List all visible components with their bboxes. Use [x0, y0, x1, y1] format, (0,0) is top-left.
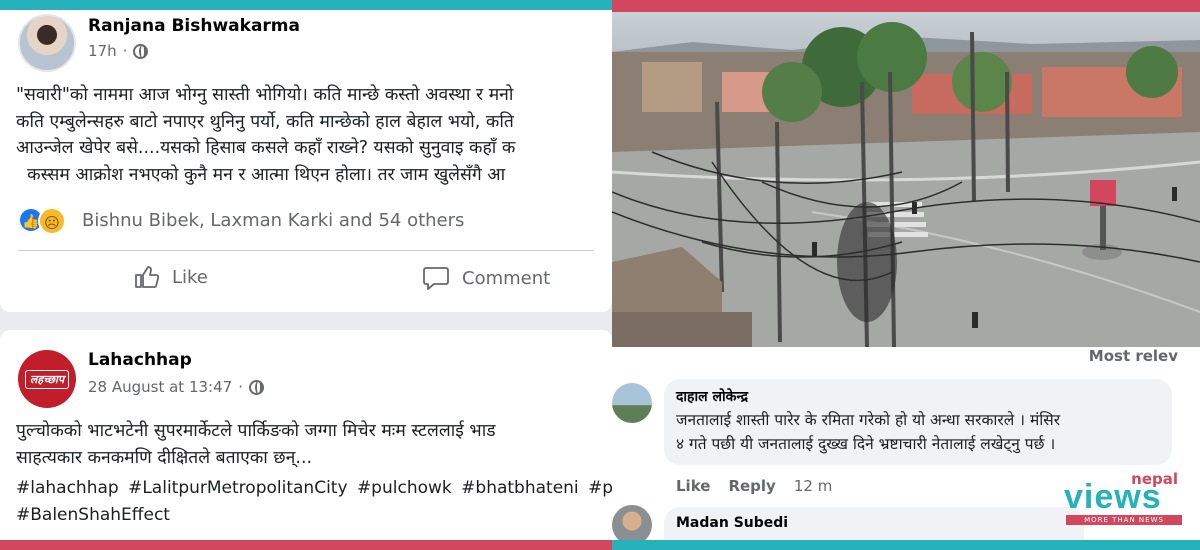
top-accent-bar-left — [0, 0, 612, 10]
post-line: आउन्जेल खेपेर बसे....यसको हिसाब कसले कहा… — [16, 138, 516, 158]
comment-label: Comment — [462, 267, 551, 289]
post-time[interactable]: 17h — [88, 42, 117, 60]
post-text: "सवारी"को नाममा आज भोग्नु सास्ती भोगियो।… — [16, 82, 612, 188]
comment-like-button[interactable]: Like — [676, 477, 710, 495]
post-meta: 17h · — [88, 42, 149, 60]
top-accent-bar-right — [612, 0, 1200, 12]
logo-tagline: MORE THAN NEWS — [1066, 515, 1182, 525]
comment-author[interactable]: दाहाल लोकेन्द्र — [676, 387, 1160, 406]
like-label: Like — [172, 266, 208, 288]
comment-bubble-icon — [423, 267, 449, 290]
hashtag-link[interactable]: #LalitpurMetropolitanCity — [128, 478, 347, 498]
divider — [18, 250, 594, 251]
hashtag-link[interactable]: #BalenShahEffect — [16, 505, 170, 525]
globe-icon — [248, 379, 264, 395]
sad-reaction-icon: ☹ — [38, 207, 66, 235]
hashtag-link[interactable]: #lahachhap — [16, 478, 119, 498]
post-text: पुल्चोकको भाटभटेनी सुपरमार्केटले पार्किङ… — [16, 418, 612, 472]
globe-icon — [133, 43, 149, 59]
street-traffic-photo — [612, 12, 1200, 347]
post-line: कस्सम आक्रोश नभएको कुनै मन र आत्मा थिएन … — [16, 164, 506, 185]
comment-text-line: जनतालाई शास्ती पारेर के रमिता गरेको हो य… — [676, 411, 1061, 429]
comment-sort-dropdown[interactable]: Most relev — [1089, 347, 1178, 365]
lahachhap-logo: लहच्छाप — [24, 369, 70, 389]
comment-button[interactable]: Comment — [422, 265, 550, 291]
like-button[interactable]: Like — [134, 265, 208, 289]
post-line: साहत्यकार कनकमणि दीक्षितले बताएका छन्... — [16, 448, 313, 468]
post-author[interactable]: Ranjana Bishwakarma — [88, 16, 300, 36]
comment-reply-button[interactable]: Reply — [728, 477, 775, 495]
avatar[interactable] — [612, 383, 652, 423]
post-meta: 28 August at 13:47 · — [88, 378, 264, 396]
comment-time[interactable]: 12 m — [794, 477, 832, 495]
reaction-names[interactable]: Bishnu Bibek, Laxman Karki and 54 others — [82, 210, 464, 231]
comment-bubble: दाहाल लोकेन्द्र जनतालाई शास्ती पारेर के … — [664, 379, 1172, 465]
hashtag-link[interactable]: #p — [588, 478, 612, 498]
post-card-ranjana: Ranjana Bishwakarma 17h · "सवारी"को नामम… — [0, 10, 612, 312]
reaction-summary[interactable]: 👍 ☹ Bishnu Bibek, Laxman Karki and 54 ot… — [18, 206, 464, 235]
collage: Ranjana Bishwakarma 17h · "सवारी"को नामम… — [0, 0, 1200, 550]
avatar[interactable]: लहच्छाप — [18, 350, 76, 408]
post-card-lahachhap: लहच्छाप Lahachhap 28 August at 13:47 · प… — [0, 330, 612, 542]
avatar[interactable] — [18, 14, 76, 72]
hashtag-link[interactable]: #bhatbhateni — [461, 478, 579, 498]
hashtags: #lahachhap #LalitpurMetropolitanCity #pu… — [16, 475, 612, 529]
comment-actions: Like Reply 12 m — [676, 477, 832, 495]
avatar[interactable] — [612, 505, 652, 540]
bottom-accent-bar-right — [612, 540, 1200, 550]
comment-text-line: ४ गते पछी यी जनतालाई दुख्ख दिने भ्रष्टाच… — [676, 435, 1056, 453]
post-line: "सवारी"को नाममा आज भोग्नु सास्ती भोगियो।… — [16, 85, 514, 105]
intersection-photo-illustration — [612, 12, 1200, 347]
comment-text: जनतालाई शास्ती पारेर के रमिता गरेको हो य… — [676, 408, 1160, 456]
bottom-accent-bar-left — [0, 540, 612, 550]
post-author[interactable]: Lahachhap — [88, 350, 192, 370]
post-line: पुल्चोकको भाटभटेनी सुपरमार्केटले पार्किङ… — [16, 421, 496, 441]
reaction-icons: 👍 ☹ — [18, 206, 72, 235]
nepal-views-logo: nepal views MORE THAN NEWS — [1064, 470, 1184, 526]
comment-author[interactable]: Madan Subedi — [676, 515, 1072, 531]
logo-word-views: views — [1064, 478, 1162, 516]
comment-bubble: Madan Subedi — [664, 507, 1084, 540]
thumbs-up-icon — [135, 266, 160, 288]
post-line: कति एम्बुलेन्सहरु बाटो नपाएर थुनिनु पर्य… — [16, 111, 514, 132]
post-time[interactable]: 28 August at 13:47 — [88, 378, 232, 396]
hashtag-link[interactable]: #pulchowk — [357, 478, 452, 498]
